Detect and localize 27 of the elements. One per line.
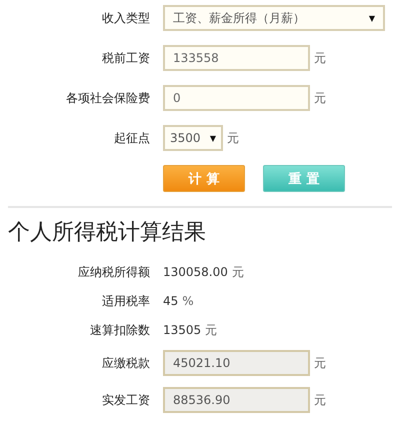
result-field[interactable]: 88536.90 (163, 387, 310, 413)
field-label: 收入类型 (101, 10, 150, 26)
result-label: 实发工资 (101, 392, 150, 408)
threshold-dropdown[interactable]: 3500 ▼ (163, 125, 223, 151)
unit-label: 元 (314, 392, 326, 408)
unit-label: 元 (232, 264, 244, 280)
result-field[interactable]: 45021.10 (163, 350, 310, 376)
result-value: 13505 (163, 322, 202, 339)
unit-label: 元 (205, 322, 218, 338)
results-title: 个人所得税计算结果 (7, 219, 207, 247)
result-label: 速算扣除数 (89, 322, 150, 338)
result-label: 适用税率 (101, 292, 150, 310)
field-label: 起征点 (113, 130, 150, 146)
field-label: 各项社会保险费 (65, 90, 150, 106)
result-value: 130058.00 (163, 264, 228, 281)
field-label: 税前工资 (101, 50, 150, 66)
unit-label: 元 (314, 354, 326, 372)
unit-label: % (182, 294, 194, 308)
unit-label: 元 (314, 50, 326, 66)
income-type-dropdown[interactable]: 工资、薪金所得（月薪） ▼ (163, 5, 385, 31)
unit-label: 元 (227, 130, 239, 146)
result-label: 应缴税款 (101, 354, 150, 372)
insurance-input[interactable]: 0 (163, 85, 310, 111)
salary-input[interactable]: 133558 (163, 45, 310, 71)
result-value: 45 (163, 293, 178, 310)
unit-label: 元 (314, 90, 326, 106)
result-label: 应纳税所得额 (77, 264, 150, 280)
